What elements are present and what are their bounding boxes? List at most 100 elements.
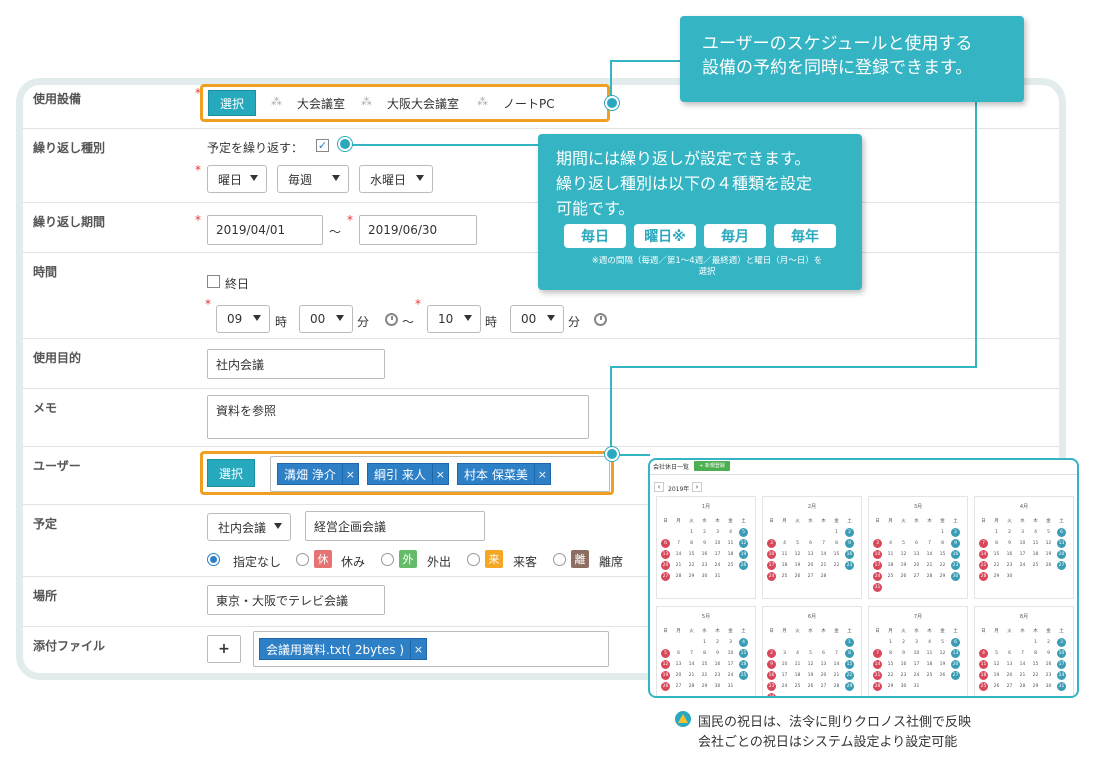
calendar-day[interactable]: 26 xyxy=(1044,561,1053,570)
schedule-title-input[interactable]: 経営企画会議 xyxy=(305,511,485,541)
calendar-day[interactable]: 31 xyxy=(726,682,735,691)
calendar-day[interactable]: 11 xyxy=(979,660,988,669)
calendar-day[interactable]: 23 xyxy=(1044,671,1053,680)
calendar-day[interactable]: 29 xyxy=(687,572,696,581)
calendar-day[interactable]: 28 xyxy=(674,572,683,581)
calendar-day[interactable]: 28 xyxy=(1018,682,1027,691)
calendar-day[interactable]: 3 xyxy=(1057,638,1066,647)
calendar-day[interactable]: 31 xyxy=(912,682,921,691)
calendar-day[interactable]: 30 xyxy=(899,682,908,691)
calendar-day[interactable]: 23 xyxy=(951,561,960,570)
calendar-day[interactable]: 20 xyxy=(912,561,921,570)
calendar-day[interactable]: 2 xyxy=(1005,528,1014,537)
calendar-day[interactable]: 10 xyxy=(726,649,735,658)
calendar-day[interactable]: 21 xyxy=(819,561,828,570)
radio-out[interactable] xyxy=(381,553,394,566)
calendar-day[interactable]: 14 xyxy=(925,550,934,559)
calendar-day[interactable]: 23 xyxy=(700,561,709,570)
repeat-type-select[interactable]: 曜日 xyxy=(207,165,267,193)
calendar-day[interactable]: 3 xyxy=(873,539,882,548)
calendar-day[interactable]: 11 xyxy=(793,660,802,669)
calendar-day[interactable]: 28 xyxy=(979,572,988,581)
close-icon[interactable]: × xyxy=(410,639,426,659)
calendar-day[interactable]: 12 xyxy=(806,660,815,669)
calendar-day[interactable]: 20 xyxy=(951,660,960,669)
calendar-day[interactable]: 19 xyxy=(661,671,670,680)
calendar-day[interactable]: 16 xyxy=(845,550,854,559)
calendar-day[interactable]: 6 xyxy=(819,649,828,658)
calendar-day[interactable]: 22 xyxy=(845,671,854,680)
calendar-day[interactable]: 24 xyxy=(726,671,735,680)
calendar-day[interactable]: 12 xyxy=(661,660,670,669)
calendar-day[interactable]: 14 xyxy=(873,660,882,669)
period-start-input[interactable]: 2019/04/01 xyxy=(207,215,323,245)
calendar-day[interactable]: 17 xyxy=(726,660,735,669)
clock-icon[interactable] xyxy=(594,313,607,326)
calendar-day[interactable]: 5 xyxy=(661,649,670,658)
calendar-day[interactable]: 11 xyxy=(886,550,895,559)
calendar-day[interactable]: 30 xyxy=(767,693,776,696)
calendar-day[interactable]: 16 xyxy=(899,660,908,669)
calendar-day[interactable]: 12 xyxy=(739,539,748,548)
calendar-day[interactable]: 18 xyxy=(726,550,735,559)
calendar-day[interactable]: 29 xyxy=(992,572,1001,581)
calendar-day[interactable]: 7 xyxy=(687,649,696,658)
calendar-day[interactable]: 26 xyxy=(938,671,947,680)
calendar-day[interactable]: 25 xyxy=(793,682,802,691)
calendar-day[interactable]: 13 xyxy=(806,550,815,559)
calendar-day[interactable]: 2 xyxy=(951,528,960,537)
calendar-day[interactable]: 19 xyxy=(938,660,947,669)
calendar-day[interactable]: 19 xyxy=(806,671,815,680)
calendar-day[interactable]: 19 xyxy=(739,550,748,559)
calendar-day[interactable]: 17 xyxy=(767,561,776,570)
calendar-day[interactable]: 22 xyxy=(687,561,696,570)
memo-textarea[interactable]: 資料を参照 xyxy=(207,395,589,439)
calendar-day[interactable]: 30 xyxy=(713,682,722,691)
allday-checkbox[interactable] xyxy=(207,275,220,288)
calendar-day[interactable]: 9 xyxy=(899,649,908,658)
calendar-day[interactable]: 1 xyxy=(845,638,854,647)
calendar-day[interactable]: 28 xyxy=(925,572,934,581)
calendar-day[interactable]: 9 xyxy=(713,649,722,658)
radio-off[interactable] xyxy=(296,553,309,566)
calendar-day[interactable]: 16 xyxy=(767,671,776,680)
calendar-day[interactable]: 1 xyxy=(992,528,1001,537)
calendar-day[interactable]: 14 xyxy=(674,550,683,559)
calendar-day[interactable]: 10 xyxy=(1018,539,1027,548)
calendar-day[interactable]: 26 xyxy=(899,572,908,581)
calendar-day[interactable]: 9 xyxy=(951,539,960,548)
calendar-day[interactable]: 28 xyxy=(687,682,696,691)
calendar-day[interactable]: 16 xyxy=(951,550,960,559)
calendar-day[interactable]: 10 xyxy=(873,550,882,559)
calendar-day[interactable]: 1 xyxy=(687,528,696,537)
calendar-day[interactable]: 8 xyxy=(886,649,895,658)
calendar-day[interactable]: 10 xyxy=(767,550,776,559)
calendar-day[interactable]: 4 xyxy=(925,638,934,647)
next-year-button[interactable]: › xyxy=(692,482,702,492)
calendar-day[interactable]: 2 xyxy=(899,638,908,647)
calendar-day[interactable]: 20 xyxy=(819,671,828,680)
calendar-day[interactable]: 17 xyxy=(912,660,921,669)
calendar-day[interactable]: 25 xyxy=(1031,561,1040,570)
calendar-day[interactable]: 7 xyxy=(819,539,828,548)
calendar-day[interactable]: 3 xyxy=(1018,528,1027,537)
calendar-day[interactable]: 23 xyxy=(1005,561,1014,570)
calendar-day[interactable]: 31 xyxy=(873,583,882,592)
calendar-day[interactable]: 5 xyxy=(806,649,815,658)
calendar-day[interactable]: 8 xyxy=(700,649,709,658)
calendar-day[interactable]: 30 xyxy=(700,572,709,581)
calendar-day[interactable]: 24 xyxy=(1018,561,1027,570)
calendar-day[interactable]: 11 xyxy=(726,539,735,548)
calendar-day[interactable]: 12 xyxy=(938,649,947,658)
calendar-day[interactable]: 1 xyxy=(886,638,895,647)
calendar-day[interactable]: 16 xyxy=(1044,660,1053,669)
calendar-day[interactable]: 5 xyxy=(899,539,908,548)
calendar-day[interactable]: 23 xyxy=(845,561,854,570)
calendar-day[interactable]: 26 xyxy=(992,682,1001,691)
calendar-day[interactable]: 29 xyxy=(1031,682,1040,691)
end-min-select[interactable]: 00 xyxy=(510,305,564,333)
calendar-day[interactable]: 15 xyxy=(687,550,696,559)
calendar-day[interactable]: 13 xyxy=(1057,539,1066,548)
calendar-day[interactable]: 1 xyxy=(938,528,947,537)
calendar-day[interactable]: 7 xyxy=(832,649,841,658)
